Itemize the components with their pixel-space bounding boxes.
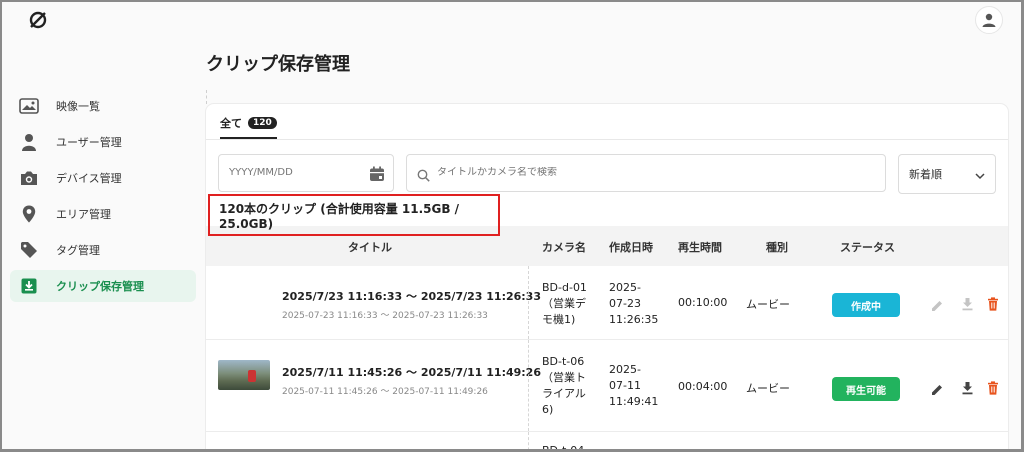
clip-list-card: 全て 120 新着順 タイトル カメラ名 作成日時 再生 bbox=[206, 104, 1008, 452]
clip-count-summary-text: 120本のクリップ (合計使用容量 11.5GB / 25.0GB) bbox=[219, 201, 460, 231]
clip-title-cell: 2025/7/23 11:16:33 〜 2025/7/23 11:26:33 … bbox=[282, 288, 541, 321]
created-at-cell: 2025- 07-11 11:49:41 bbox=[609, 362, 658, 410]
sidebar: 映像一覧 ユーザー管理 デバイス管理 エリア管理 タグ管理 クリップ保存管理 bbox=[10, 90, 196, 306]
clip-title-cell: 2025/7/11 11:45:26 〜 2025/7/11 11:49:26 … bbox=[282, 364, 541, 397]
tab-all-label: 全て bbox=[220, 117, 242, 130]
camera-icon bbox=[18, 167, 40, 189]
column-header-created[interactable]: 作成日時 bbox=[609, 239, 653, 255]
sidebar-item-users[interactable]: ユーザー管理 bbox=[10, 126, 196, 158]
delete-icon[interactable] bbox=[986, 381, 1000, 395]
chevron-down-icon bbox=[975, 170, 985, 183]
clip-thumbnail[interactable] bbox=[218, 360, 270, 390]
search-field[interactable] bbox=[406, 154, 886, 192]
sidebar-item-clip-save[interactable]: クリップ保存管理 bbox=[10, 270, 196, 302]
app-logo-icon[interactable] bbox=[28, 10, 48, 30]
account-icon bbox=[982, 13, 996, 27]
duration-cell: 00:04:00 bbox=[678, 380, 728, 393]
clip-title: 2025/7/11 11:45:26 〜 2025/7/11 11:49:26 bbox=[282, 366, 541, 379]
sidebar-item-label: 映像一覧 bbox=[56, 100, 100, 113]
sidebar-item-label: エリア管理 bbox=[56, 208, 111, 221]
sidebar-item-label: デバイス管理 bbox=[56, 172, 122, 185]
table-row[interactable]: BD-t-04 bbox=[206, 432, 1008, 452]
video-list-icon bbox=[18, 95, 40, 117]
table-row[interactable]: 2025/7/23 11:16:33 〜 2025/7/23 11:26:33 … bbox=[206, 266, 1008, 340]
camera-name-line: ライアル bbox=[542, 387, 586, 400]
divider bbox=[206, 90, 207, 104]
column-header-duration[interactable]: 再生時間 bbox=[678, 239, 722, 255]
column-divider bbox=[528, 340, 529, 431]
tag-icon bbox=[18, 239, 40, 261]
calendar-icon[interactable] bbox=[369, 166, 385, 186]
duration-cell: 00:10:00 bbox=[678, 296, 728, 309]
sidebar-item-label: クリップ保存管理 bbox=[56, 280, 144, 293]
camera-name-line: モ機1) bbox=[542, 313, 576, 326]
user-icon bbox=[18, 131, 40, 153]
page-title: クリップ保存管理 bbox=[206, 54, 350, 75]
sidebar-item-video-list[interactable]: 映像一覧 bbox=[10, 90, 196, 122]
column-header-title[interactable]: タイトル bbox=[348, 239, 392, 255]
tab-all[interactable]: 全て 120 bbox=[220, 115, 277, 139]
status-badge: 再生可能 bbox=[832, 377, 900, 401]
date-input[interactable] bbox=[229, 167, 359, 178]
sort-select[interactable]: 新着順 bbox=[898, 154, 996, 194]
search-input[interactable] bbox=[437, 167, 857, 178]
column-header-type[interactable]: 種別 bbox=[766, 239, 788, 255]
type-cell: ムービー bbox=[746, 298, 790, 311]
edit-icon[interactable] bbox=[930, 382, 944, 396]
created-at-line: 2025- bbox=[609, 281, 641, 294]
status-badge: 作成中 bbox=[832, 293, 900, 317]
app-window: クリップ保存管理 映像一覧 ユーザー管理 デバイス管理 エリア管理 タグ管理 ク… bbox=[0, 0, 1024, 452]
tab-bar: 全て 120 bbox=[206, 104, 1008, 140]
table-row[interactable]: 2025/7/11 11:45:26 〜 2025/7/11 11:49:26 … bbox=[206, 340, 1008, 432]
date-filter-field[interactable] bbox=[218, 154, 394, 192]
column-header-camera[interactable]: カメラ名 bbox=[542, 239, 586, 255]
sidebar-item-label: ユーザー管理 bbox=[56, 136, 122, 149]
created-at-cell: 2025- 07-23 11:26:35 bbox=[609, 280, 658, 328]
column-divider bbox=[528, 432, 529, 449]
created-at-line: 11:49:41 bbox=[609, 395, 659, 408]
delete-icon[interactable] bbox=[986, 297, 1000, 311]
created-at-line: 11:26:35 bbox=[609, 313, 659, 326]
tab-all-count-badge: 120 bbox=[248, 117, 277, 129]
camera-name-line: 6) bbox=[542, 403, 554, 416]
camera-name-line: （営業デ bbox=[542, 297, 586, 310]
column-header-status[interactable]: ステータス bbox=[840, 239, 895, 255]
sidebar-item-areas[interactable]: エリア管理 bbox=[10, 198, 196, 230]
camera-name-cell: BD-t-06 （営業ト ライアル 6) bbox=[542, 354, 586, 418]
account-avatar-button[interactable] bbox=[975, 6, 1003, 34]
camera-name-line: （営業ト bbox=[542, 371, 586, 384]
created-at-line: 07-23 bbox=[609, 297, 641, 310]
camera-name-line: BD-t-06 bbox=[542, 355, 585, 368]
clip-subtitle: 2025-07-11 11:45:26 〜 2025-07-11 11:49:2… bbox=[282, 387, 488, 397]
sidebar-item-tags[interactable]: タグ管理 bbox=[10, 234, 196, 266]
type-cell: ムービー bbox=[746, 382, 790, 395]
clip-save-icon bbox=[18, 275, 40, 297]
download-icon[interactable] bbox=[960, 297, 974, 311]
search-icon bbox=[417, 167, 430, 186]
camera-name-line: BD-t-04 bbox=[542, 444, 585, 452]
clip-subtitle: 2025-07-23 11:16:33 〜 2025-07-23 11:26:3… bbox=[282, 311, 488, 321]
sort-select-value: 新着順 bbox=[909, 168, 942, 181]
sidebar-item-label: タグ管理 bbox=[56, 244, 100, 257]
download-icon[interactable] bbox=[960, 381, 974, 395]
created-at-line: 2025- bbox=[609, 363, 641, 376]
clip-title: 2025/7/23 11:16:33 〜 2025/7/23 11:26:33 bbox=[282, 290, 541, 303]
clip-count-summary: 120本のクリップ (合計使用容量 11.5GB / 25.0GB) bbox=[208, 194, 500, 236]
created-at-line: 07-11 bbox=[609, 379, 641, 392]
sidebar-item-devices[interactable]: デバイス管理 bbox=[10, 162, 196, 194]
edit-icon[interactable] bbox=[930, 298, 944, 312]
camera-name-line: BD-d-01 bbox=[542, 281, 587, 294]
location-pin-icon bbox=[18, 203, 40, 225]
column-divider bbox=[528, 266, 529, 339]
camera-name-cell: BD-d-01 （営業デ モ機1) bbox=[542, 280, 587, 328]
